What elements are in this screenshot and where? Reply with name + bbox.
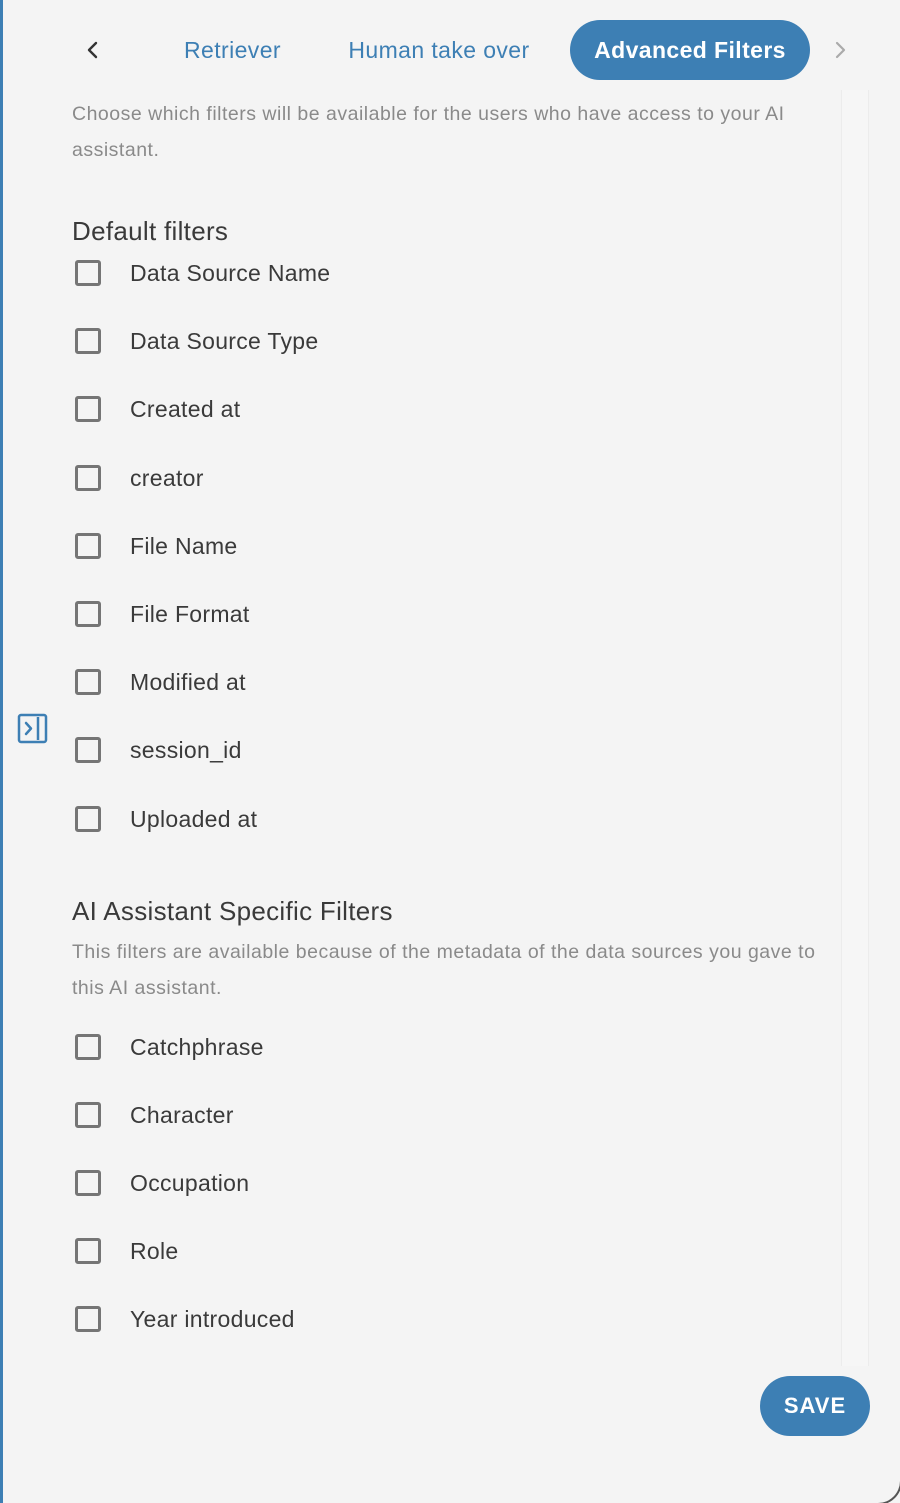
settings-panel: Retriever Human take over Advanced Filte… (0, 0, 900, 1503)
filter-label: creator (130, 464, 204, 491)
checkbox[interactable] (75, 805, 101, 832)
filter-label: Created at (130, 396, 241, 423)
filter-item-catchphrase[interactable]: Catchphrase (72, 1028, 832, 1096)
filter-label: File Name (130, 532, 238, 559)
checkbox[interactable] (75, 1101, 101, 1128)
checkbox[interactable] (75, 600, 101, 627)
filter-label: Data Source Type (130, 328, 319, 355)
checkbox[interactable] (75, 328, 101, 355)
filter-item-occupation[interactable]: Occupation (72, 1164, 832, 1232)
checkbox[interactable] (75, 260, 101, 286)
tabs-next-button[interactable] (822, 32, 858, 68)
filter-item-role[interactable]: Role (72, 1232, 832, 1300)
filter-label: Modified at (130, 669, 246, 696)
advanced-filters-content: Choose which filters will be available f… (72, 96, 832, 1369)
tab-advanced-filters[interactable]: Advanced Filters (570, 20, 810, 80)
filter-item-data-source-name[interactable]: Data Source Name (72, 254, 832, 322)
filter-item-creator[interactable]: creator (72, 459, 832, 527)
panel-left-border (0, 0, 3, 1503)
filter-item-character[interactable]: Character (72, 1096, 832, 1164)
filter-item-file-format[interactable]: File Format (72, 595, 832, 663)
filter-item-modified-at[interactable]: Modified at (72, 663, 832, 731)
checkbox[interactable] (75, 1238, 101, 1265)
chevron-right-icon (835, 41, 846, 59)
filter-label: File Format (130, 600, 250, 627)
filters-description: Choose which filters will be available f… (72, 103, 785, 161)
filter-label: Catchphrase (130, 1033, 264, 1060)
chevron-left-icon (87, 41, 98, 59)
filter-label: Uploaded at (130, 805, 258, 832)
checkbox[interactable] (75, 1306, 101, 1333)
filter-label: Year introduced (130, 1306, 295, 1333)
filter-item-data-source-type[interactable]: Data Source Type (72, 322, 832, 390)
checkbox[interactable] (75, 669, 101, 696)
scrollbar-track[interactable] (841, 90, 869, 1366)
tab-bar: Retriever Human take over Advanced Filte… (0, 20, 900, 80)
default-filters-title: Default filters (72, 216, 229, 246)
filter-item-session-id[interactable]: session_id (72, 731, 832, 799)
save-button[interactable]: SAVE (760, 1376, 870, 1436)
tab-retriever[interactable]: Retriever (165, 20, 300, 80)
sidebar-expand-button[interactable] (17, 713, 48, 744)
filter-label: Role (130, 1238, 179, 1265)
checkbox[interactable] (75, 737, 101, 764)
filter-item-file-name[interactable]: File Name (72, 527, 832, 595)
checkbox[interactable] (75, 532, 101, 559)
filter-item-created-at[interactable]: Created at (72, 390, 832, 458)
filter-label: Occupation (130, 1170, 250, 1197)
filter-label: session_id (130, 737, 242, 764)
ai-specific-filters-title: AI Assistant Specific Filters (72, 895, 393, 926)
filter-item-uploaded-at[interactable]: Uploaded at (72, 800, 832, 868)
ai-specific-filters-description: This filters are available because of th… (72, 940, 816, 999)
tabs-prev-button[interactable] (75, 32, 111, 68)
sidebar-expand-icon (17, 713, 48, 744)
ai-specific-filters-list: Catchphrase Character Occupation Role Ye… (72, 1028, 832, 1369)
filter-label: Data Source Name (130, 260, 331, 286)
checkbox[interactable] (75, 1033, 101, 1060)
checkbox[interactable] (75, 396, 101, 423)
checkbox[interactable] (75, 464, 101, 491)
window-corner (872, 1475, 900, 1503)
tab-human-take-over[interactable]: Human take over (330, 20, 548, 80)
filter-label: Character (130, 1101, 234, 1128)
default-filters-list: Data Source Name Data Source Type Create… (72, 254, 832, 868)
filter-item-year-introduced[interactable]: Year introduced (72, 1300, 832, 1368)
checkbox[interactable] (75, 1170, 101, 1197)
